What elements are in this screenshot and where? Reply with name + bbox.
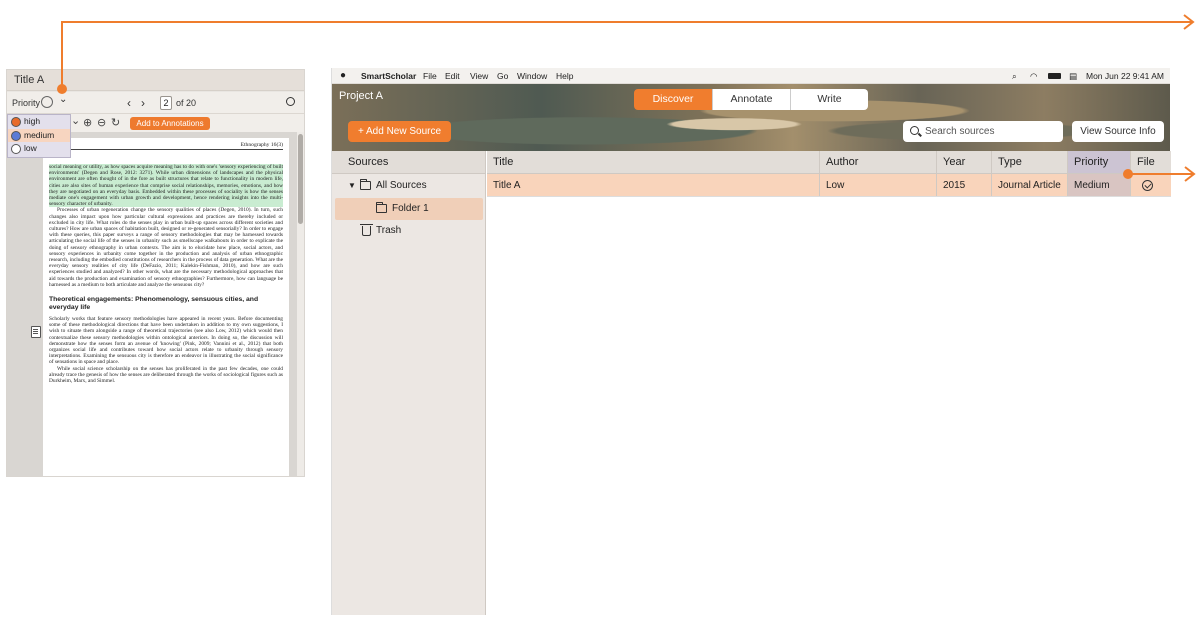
menu-file[interactable]: File (423, 68, 437, 84)
app-window: ● SmartScholar File Edit View Go Window … (331, 68, 1171, 615)
column-header-type[interactable]: Type (992, 151, 1068, 173)
spotlight-icon[interactable]: ⌕ (1012, 68, 1017, 84)
tab-annotate[interactable]: Annotate (712, 89, 790, 110)
control-center-icon[interactable]: ▤ (1069, 68, 1077, 84)
next-page-icon[interactable]: › (141, 96, 145, 110)
tab-write[interactable]: Write (790, 89, 868, 110)
reader-title: Title A (7, 70, 304, 91)
high-dot-icon (11, 117, 21, 127)
highlighted-paragraph[interactable]: social meaning or utility, as how spaces… (49, 164, 283, 208)
menu-help[interactable]: Help (556, 68, 573, 84)
trash-icon (360, 224, 373, 236)
add-new-source-button[interactable]: + Add New Source (348, 121, 451, 142)
cell-file[interactable] (1131, 174, 1171, 196)
project-title: Project A (339, 90, 384, 102)
check-circle-icon (1142, 180, 1153, 191)
disclosure-triangle-icon[interactable]: ▼ (348, 175, 356, 197)
stage: Title A Priority ⌄ ‹ › 2 of 20 ⌄ ⊕ ⊖ ↻ A… (0, 0, 1200, 640)
priority-option-medium[interactable]: medium (8, 128, 70, 142)
sidebar-item-label: Folder 1 (392, 203, 429, 214)
menu-bar: ● SmartScholar File Edit View Go Window … (332, 68, 1170, 84)
table-body-empty (487, 197, 1171, 615)
refresh-icon[interactable]: ↻ (111, 116, 120, 129)
sidebar-header: Sources (332, 151, 485, 174)
menu-edit[interactable]: Edit (445, 68, 460, 84)
add-to-annotations-button[interactable]: Add to Annotations (130, 117, 210, 130)
paragraph: While social science scholarship on the … (49, 365, 283, 385)
arrow-head (1183, 14, 1195, 30)
search-input[interactable]: Search sources (903, 121, 1063, 142)
sidebar-item-label: All Sources (376, 180, 427, 191)
cell-year[interactable]: 2015 (937, 174, 992, 196)
column-header-title[interactable]: Title (487, 151, 820, 173)
sidebar-item-trash[interactable]: Trash (332, 220, 486, 242)
column-header-author[interactable]: Author (820, 151, 937, 173)
medium-dot-icon (11, 130, 21, 141)
table-header-row: Title Author Year Type Priority File (487, 151, 1171, 174)
header-banner: Project A Discover Annotate Write + Add … (332, 84, 1170, 151)
mode-tabs: Discover Annotate Write (634, 89, 868, 110)
note-icon[interactable] (31, 326, 41, 338)
menu-window[interactable]: Window (517, 68, 547, 84)
journal-header: Ethnography 16(3) (49, 142, 283, 150)
cell-type[interactable]: Journal Article (992, 174, 1068, 196)
wifi-icon[interactable]: ◠ (1030, 68, 1037, 84)
tab-discover[interactable]: Discover (634, 89, 712, 110)
document-scrollbar[interactable] (297, 132, 304, 476)
zoom-out-icon[interactable]: ⊖ (97, 116, 106, 129)
menu-go[interactable]: Go (497, 68, 508, 84)
sidebar-item-all-sources[interactable]: ▼ All Sources (332, 175, 486, 197)
battery-icon[interactable] (1048, 73, 1061, 79)
document-viewport[interactable]: Ethnography 16(3) social meaning or util… (7, 132, 299, 476)
menu-view[interactable]: View (470, 68, 488, 84)
document-page: Ethnography 16(3) social meaning or util… (43, 138, 289, 476)
sources-table: Title Author Year Type Priority File Tit… (487, 151, 1171, 615)
scrollbar-thumb[interactable] (298, 134, 303, 224)
reader-toolbar: Priority ⌄ ‹ › 2 of 20 (7, 92, 304, 114)
column-header-file[interactable]: File (1131, 151, 1171, 173)
search-placeholder: Search sources (925, 126, 995, 137)
arrow-head (1184, 166, 1196, 182)
priority-circle-icon[interactable] (41, 96, 53, 108)
chevron-down-icon[interactable]: ⌄ (71, 114, 80, 127)
column-header-year[interactable]: Year (937, 151, 992, 173)
priority-dropdown-toggle[interactable]: ⌄ (59, 94, 67, 105)
clock: Mon Jun 22 9:41 AM (1086, 71, 1164, 81)
cell-priority[interactable]: Medium (1068, 174, 1131, 196)
cell-author[interactable]: Low (820, 174, 937, 196)
priority-option-label: medium (24, 129, 55, 140)
view-source-info-button[interactable]: View Source Info (1072, 121, 1164, 142)
sources-sidebar: Sources ▼ All Sources Folder 1 Trash (332, 151, 486, 615)
folder-icon (360, 179, 371, 190)
search-icon (910, 126, 919, 135)
apple-icon[interactable]: ● (340, 68, 346, 84)
low-dot-icon (11, 144, 21, 154)
section-heading: Theoretical engagements: Phenomenology, … (49, 296, 259, 312)
zoom-in-icon[interactable]: ⊕ (83, 116, 92, 129)
priority-label: Priority (12, 98, 41, 108)
folder-icon (376, 202, 387, 213)
prev-page-icon[interactable]: ‹ (127, 96, 131, 110)
paragraph: Processes of urban regeneration change t… (49, 207, 283, 288)
priority-dropdown: high medium low (7, 114, 71, 158)
page-number-input[interactable]: 2 (160, 96, 172, 110)
app-name[interactable]: SmartScholar (361, 68, 416, 84)
priority-option-label: low (24, 143, 37, 153)
priority-option-label: high (24, 116, 41, 126)
paragraph: Scholarly works that feature sensory met… (49, 316, 283, 366)
table-row[interactable]: Title A Low 2015 Journal Article Medium (487, 174, 1171, 197)
cell-title[interactable]: Title A (487, 174, 820, 196)
page-total: of 20 (176, 98, 197, 108)
priority-option-high[interactable]: high (8, 115, 70, 129)
sidebar-item-folder-1[interactable]: Folder 1 (335, 198, 483, 220)
search-icon[interactable] (286, 97, 295, 106)
column-header-priority[interactable]: Priority (1068, 151, 1131, 173)
priority-option-low[interactable]: low (8, 142, 70, 156)
reader-panel: Title A Priority ⌄ ‹ › 2 of 20 ⌄ ⊕ ⊖ ↻ A… (6, 69, 305, 477)
sidebar-item-label: Trash (376, 225, 402, 236)
